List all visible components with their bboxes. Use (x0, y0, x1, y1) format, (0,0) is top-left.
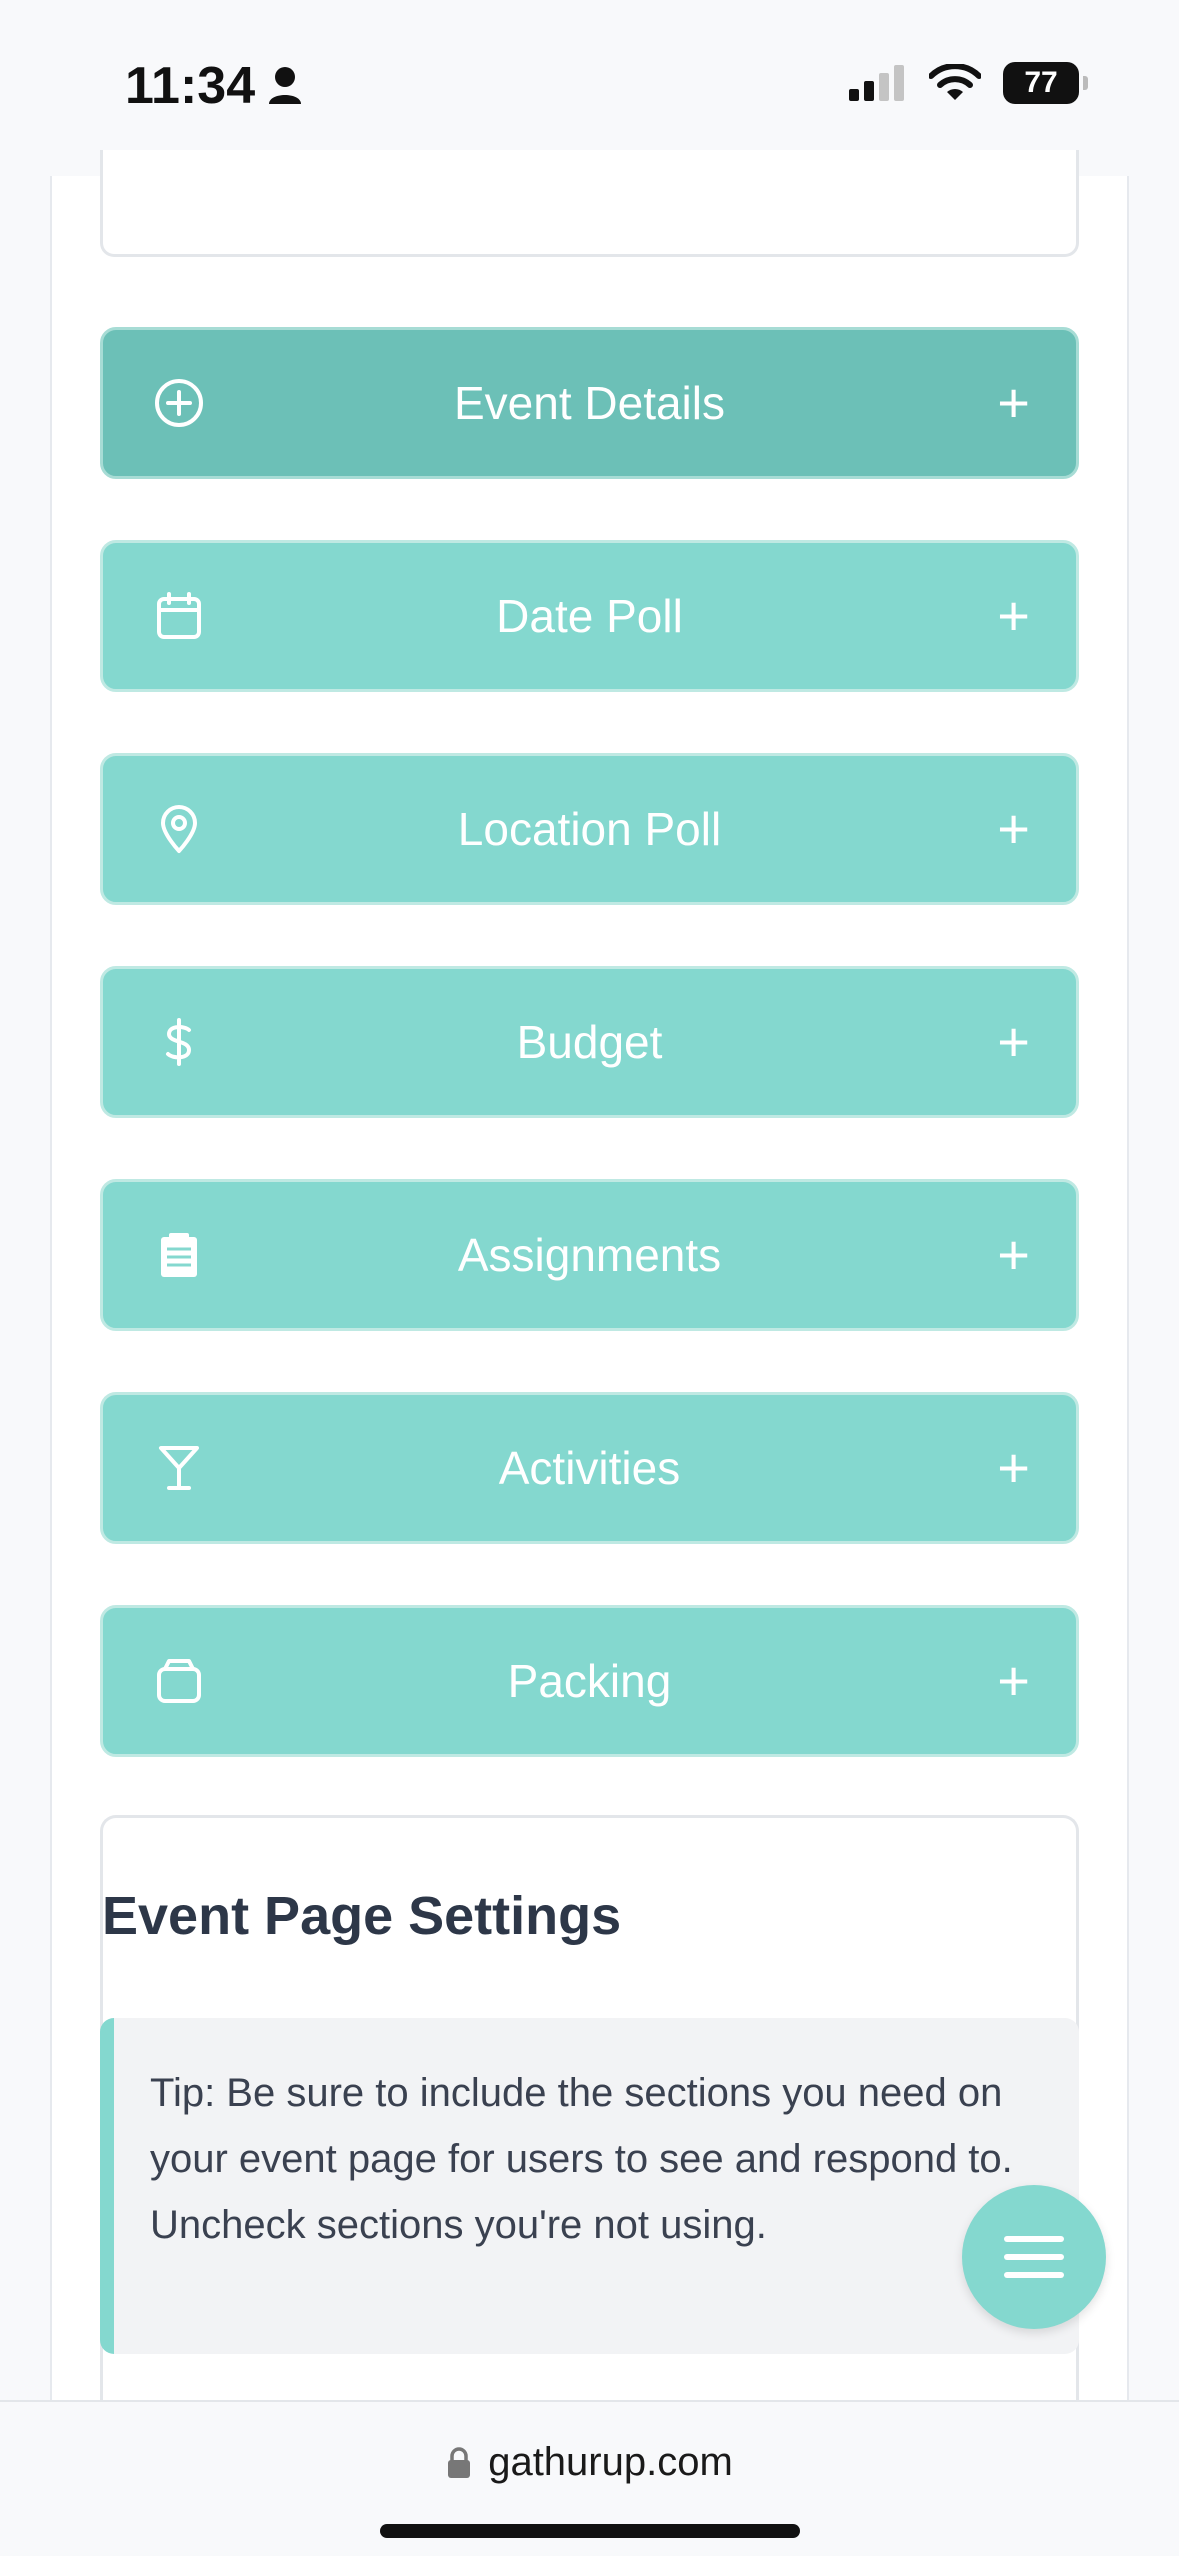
event-details-label: Event Details (453, 377, 725, 429)
location-poll-button[interactable]: Location Poll + (100, 753, 1079, 905)
lock-icon (448, 2446, 471, 2478)
expand-plus-icon: + (997, 797, 1030, 860)
status-indicators: 77 (847, 62, 1088, 104)
battery-level: 77 (1024, 66, 1058, 99)
calendar-icon (153, 590, 205, 642)
browser-bottom-bar: gathurup.com (0, 2400, 1179, 2556)
plus-circle-icon (153, 377, 205, 429)
assignments-label: Assignments (457, 1229, 722, 1281)
hamburger-line (1004, 2254, 1064, 2260)
url-text: gathurup.com (488, 2440, 733, 2484)
address-bar[interactable]: gathurup.com (0, 2440, 1179, 2485)
activities-label: Activities (498, 1442, 681, 1494)
cellular-signal-icon (849, 65, 904, 101)
tip-callout: Tip: Be sure to include the sections you… (100, 2018, 1079, 2354)
expand-plus-icon: + (997, 1010, 1030, 1073)
settings-title: Event Page Settings (102, 1886, 622, 1946)
date-poll-button[interactable]: Date Poll + (100, 540, 1079, 692)
expand-plus-icon: + (997, 1649, 1030, 1712)
status-time: 11:34 (125, 56, 303, 116)
hamburger-line (1004, 2272, 1064, 2278)
bag-icon (153, 1655, 205, 1707)
packing-label: Packing (507, 1655, 672, 1707)
wifi-icon (929, 64, 981, 100)
time-label: 11:34 (125, 57, 256, 115)
budget-label: Budget (516, 1016, 663, 1068)
date-poll-label: Date Poll (496, 590, 683, 642)
battery-icon: 77 (1003, 62, 1088, 104)
expand-plus-icon: + (997, 371, 1030, 434)
cocktail-icon (153, 1442, 205, 1494)
clipboard-icon (153, 1229, 205, 1281)
menu-button[interactable] (962, 2185, 1106, 2329)
map-pin-icon (153, 803, 205, 855)
hamburger-line (1004, 2236, 1064, 2242)
packing-button[interactable]: Packing + (100, 1605, 1079, 1757)
dollar-icon (153, 1016, 205, 1068)
activities-button[interactable]: Activities + (100, 1392, 1079, 1544)
previous-section-box (100, 150, 1079, 257)
assignments-button[interactable]: Assignments + (100, 1179, 1079, 1331)
expand-plus-icon: + (997, 1223, 1030, 1286)
home-indicator[interactable] (380, 2524, 800, 2538)
event-details-button[interactable]: Event Details + (100, 327, 1079, 479)
location-poll-label: Location Poll (457, 803, 722, 855)
person-icon (269, 67, 302, 104)
expand-plus-icon: + (997, 584, 1030, 647)
budget-button[interactable]: Budget + (100, 966, 1079, 1118)
expand-plus-icon: + (997, 1436, 1030, 1499)
